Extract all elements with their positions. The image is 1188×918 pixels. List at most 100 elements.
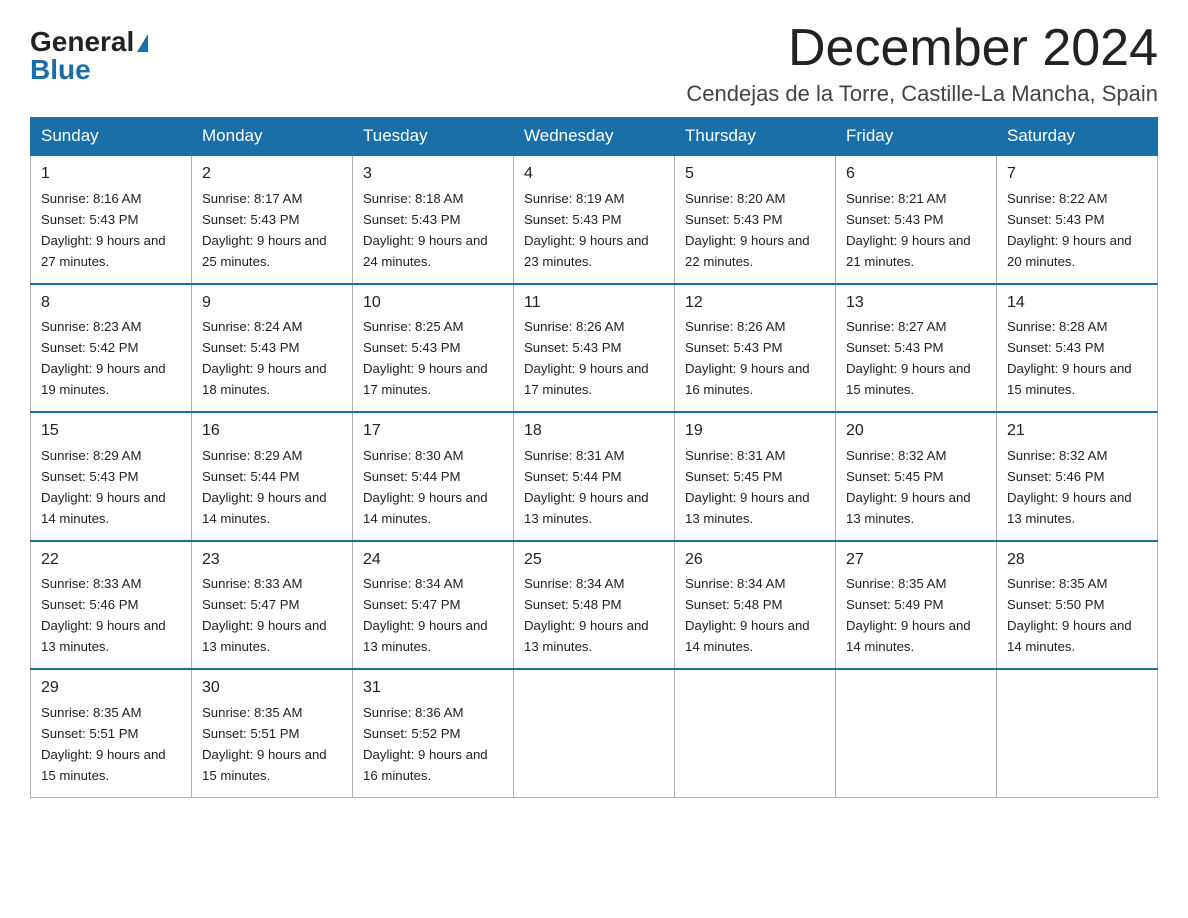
day-number: 10 (363, 291, 503, 316)
calendar-day-cell: 17 Sunrise: 8:30 AMSunset: 5:44 PMDayligh… (353, 412, 514, 540)
weekday-header-friday: Friday (836, 118, 997, 156)
day-number: 5 (685, 162, 825, 187)
day-number: 14 (1007, 291, 1147, 316)
day-info: Sunrise: 8:35 AMSunset: 5:49 PMDaylight:… (846, 576, 971, 654)
day-number: 2 (202, 162, 342, 187)
calendar-day-cell: 2 Sunrise: 8:17 AMSunset: 5:43 PMDaylight… (192, 155, 353, 283)
day-info: Sunrise: 8:29 AMSunset: 5:44 PMDaylight:… (202, 448, 327, 526)
calendar-empty-cell (997, 669, 1158, 797)
day-info: Sunrise: 8:17 AMSunset: 5:43 PMDaylight:… (202, 191, 327, 269)
calendar-week-row: 15Sunrise: 8:29 AMSunset: 5:43 PMDayligh… (31, 412, 1158, 540)
calendar-day-cell: 13Sunrise: 8:27 AMSunset: 5:43 PMDayligh… (836, 284, 997, 412)
calendar-day-cell: 6Sunrise: 8:21 AMSunset: 5:43 PMDaylight… (836, 155, 997, 283)
day-number: 22 (41, 548, 181, 573)
calendar-day-cell: 3Sunrise: 8:18 AMSunset: 5:43 PMDaylight… (353, 155, 514, 283)
title-block: December 2024 Cendejas de la Torre, Cast… (686, 20, 1158, 107)
day-info: Sunrise: 8:27 AMSunset: 5:43 PMDaylight:… (846, 319, 971, 397)
day-info: Sunrise: 8:33 AMSunset: 5:46 PMDaylight:… (41, 576, 166, 654)
day-info: Sunrise: 8:29 AMSunset: 5:43 PMDaylight:… (41, 448, 166, 526)
calendar-day-cell: 7 Sunrise: 8:22 AMSunset: 5:43 PMDaylight… (997, 155, 1158, 283)
calendar-day-cell: 14 Sunrise: 8:28 AMSunset: 5:43 PMDayligh… (997, 284, 1158, 412)
day-info: Sunrise: 8:24 AMSunset: 5:43 PMDaylight:… (202, 319, 327, 397)
day-info: Sunrise: 8:31 AMSunset: 5:44 PMDaylight:… (524, 448, 649, 526)
calendar-day-cell: 31Sunrise: 8:36 AMSunset: 5:52 PMDayligh… (353, 669, 514, 797)
weekday-header-row: SundayMondayTuesdayWednesdayThursdayFrid… (31, 118, 1158, 156)
day-number: 7 (1007, 162, 1147, 187)
day-info: Sunrise: 8:35 AMSunset: 5:51 PMDaylight:… (41, 705, 166, 783)
day-info: Sunrise: 8:35 AMSunset: 5:51 PMDaylight:… (202, 705, 327, 783)
day-number: 9 (202, 291, 342, 316)
logo-general-text: General (30, 28, 134, 56)
day-number: 20 (846, 419, 986, 444)
calendar-week-row: 29 Sunrise: 8:35 AMSunset: 5:51 PMDayligh… (31, 669, 1158, 797)
day-info: Sunrise: 8:25 AMSunset: 5:43 PMDaylight:… (363, 319, 488, 397)
day-number: 21 (1007, 419, 1147, 444)
calendar-day-cell: 29 Sunrise: 8:35 AMSunset: 5:51 PMDayligh… (31, 669, 192, 797)
day-number: 8 (41, 291, 181, 316)
calendar-day-cell: 28Sunrise: 8:35 AMSunset: 5:50 PMDayligh… (997, 541, 1158, 669)
day-info: Sunrise: 8:36 AMSunset: 5:52 PMDaylight:… (363, 705, 488, 783)
logo-triangle-icon (137, 34, 148, 52)
day-info: Sunrise: 8:20 AMSunset: 5:43 PMDaylight:… (685, 191, 810, 269)
calendar-day-cell: 30 Sunrise: 8:35 AMSunset: 5:51 PMDayligh… (192, 669, 353, 797)
weekday-header-saturday: Saturday (997, 118, 1158, 156)
day-number: 25 (524, 548, 664, 573)
day-number: 27 (846, 548, 986, 573)
calendar-week-row: 1Sunrise: 8:16 AMSunset: 5:43 PMDaylight… (31, 155, 1158, 283)
weekday-header-thursday: Thursday (675, 118, 836, 156)
weekday-header-wednesday: Wednesday (514, 118, 675, 156)
calendar-day-cell: 15Sunrise: 8:29 AMSunset: 5:43 PMDayligh… (31, 412, 192, 540)
weekday-header-sunday: Sunday (31, 118, 192, 156)
day-info: Sunrise: 8:16 AMSunset: 5:43 PMDaylight:… (41, 191, 166, 269)
day-info: Sunrise: 8:30 AMSunset: 5:44 PMDaylight:… (363, 448, 488, 526)
day-info: Sunrise: 8:26 AMSunset: 5:43 PMDaylight:… (685, 319, 810, 397)
calendar-day-cell: 11Sunrise: 8:26 AMSunset: 5:43 PMDayligh… (514, 284, 675, 412)
day-number: 17 (363, 419, 503, 444)
calendar-table: SundayMondayTuesdayWednesdayThursdayFrid… (30, 117, 1158, 797)
logo: General Blue (30, 28, 148, 84)
calendar-day-cell: 10 Sunrise: 8:25 AMSunset: 5:43 PMDayligh… (353, 284, 514, 412)
calendar-day-cell: 5 Sunrise: 8:20 AMSunset: 5:43 PMDaylight… (675, 155, 836, 283)
calendar-day-cell: 25 Sunrise: 8:34 AMSunset: 5:48 PMDayligh… (514, 541, 675, 669)
calendar-day-cell: 21Sunrise: 8:32 AMSunset: 5:46 PMDayligh… (997, 412, 1158, 540)
day-info: Sunrise: 8:28 AMSunset: 5:43 PMDaylight:… (1007, 319, 1132, 397)
calendar-day-cell: 26 Sunrise: 8:34 AMSunset: 5:48 PMDayligh… (675, 541, 836, 669)
calendar-empty-cell (675, 669, 836, 797)
day-info: Sunrise: 8:34 AMSunset: 5:48 PMDaylight:… (524, 576, 649, 654)
day-number: 24 (363, 548, 503, 573)
day-info: Sunrise: 8:32 AMSunset: 5:45 PMDaylight:… (846, 448, 971, 526)
calendar-day-cell: 12 Sunrise: 8:26 AMSunset: 5:43 PMDayligh… (675, 284, 836, 412)
calendar-day-cell: 27 Sunrise: 8:35 AMSunset: 5:49 PMDayligh… (836, 541, 997, 669)
calendar-day-cell: 23 Sunrise: 8:33 AMSunset: 5:47 PMDayligh… (192, 541, 353, 669)
day-info: Sunrise: 8:21 AMSunset: 5:43 PMDaylight:… (846, 191, 971, 269)
day-number: 19 (685, 419, 825, 444)
day-info: Sunrise: 8:34 AMSunset: 5:47 PMDaylight:… (363, 576, 488, 654)
calendar-empty-cell (836, 669, 997, 797)
month-title: December 2024 (686, 20, 1158, 77)
calendar-day-cell: 20 Sunrise: 8:32 AMSunset: 5:45 PMDayligh… (836, 412, 997, 540)
day-info: Sunrise: 8:31 AMSunset: 5:45 PMDaylight:… (685, 448, 810, 526)
location-title: Cendejas de la Torre, Castille-La Mancha… (686, 81, 1158, 107)
day-number: 12 (685, 291, 825, 316)
calendar-day-cell: 18 Sunrise: 8:31 AMSunset: 5:44 PMDayligh… (514, 412, 675, 540)
day-number: 30 (202, 676, 342, 701)
calendar-week-row: 8Sunrise: 8:23 AMSunset: 5:42 PMDaylight… (31, 284, 1158, 412)
day-info: Sunrise: 8:22 AMSunset: 5:43 PMDaylight:… (1007, 191, 1132, 269)
day-info: Sunrise: 8:33 AMSunset: 5:47 PMDaylight:… (202, 576, 327, 654)
day-number: 16 (202, 419, 342, 444)
day-number: 26 (685, 548, 825, 573)
calendar-day-cell: 16 Sunrise: 8:29 AMSunset: 5:44 PMDayligh… (192, 412, 353, 540)
calendar-day-cell: 22 Sunrise: 8:33 AMSunset: 5:46 PMDayligh… (31, 541, 192, 669)
day-number: 29 (41, 676, 181, 701)
logo-blue: Blue (30, 56, 91, 84)
calendar-day-cell: 9 Sunrise: 8:24 AMSunset: 5:43 PMDaylight… (192, 284, 353, 412)
day-number: 18 (524, 419, 664, 444)
calendar-empty-cell (514, 669, 675, 797)
day-number: 23 (202, 548, 342, 573)
logo-general: General (30, 28, 148, 56)
day-info: Sunrise: 8:34 AMSunset: 5:48 PMDaylight:… (685, 576, 810, 654)
day-number: 4 (524, 162, 664, 187)
weekday-header-monday: Monday (192, 118, 353, 156)
day-number: 3 (363, 162, 503, 187)
day-number: 11 (524, 291, 664, 316)
